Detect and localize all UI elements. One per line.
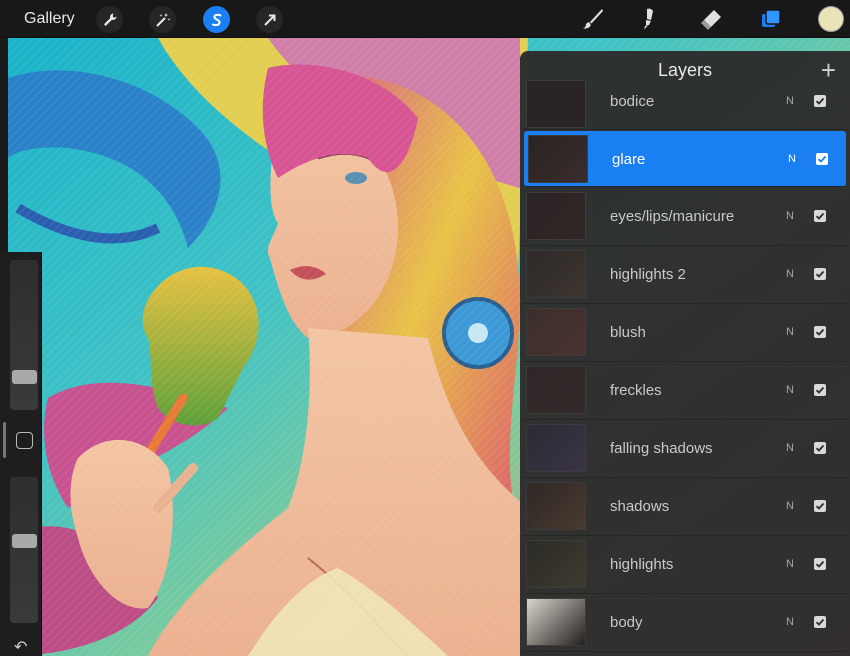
checkmark-icon <box>815 386 825 394</box>
layer-visibility-checkbox[interactable] <box>814 268 826 280</box>
checkmark-icon <box>815 560 825 568</box>
smudge-icon <box>644 8 653 30</box>
checkmark-icon <box>817 155 827 163</box>
layer-row-8[interactable]: highlights N <box>522 536 848 594</box>
eraser-button[interactable] <box>697 5 725 33</box>
layer-name: falling shadows <box>610 440 713 457</box>
selection-s-icon <box>211 13 221 26</box>
brush-size-slider[interactable] <box>10 260 38 410</box>
blend-mode-button[interactable]: N <box>786 326 794 338</box>
brush-icon <box>583 9 603 29</box>
layer-thumbnail <box>526 192 586 240</box>
layer-thumbnail <box>526 80 586 128</box>
blend-mode-button[interactable]: N <box>786 95 794 107</box>
checkmark-icon <box>815 618 825 626</box>
brush-size-handle[interactable] <box>12 370 37 384</box>
actions-button[interactable] <box>96 6 123 33</box>
blend-mode-button[interactable]: N <box>786 442 794 454</box>
undo-arrow-icon: ↶ <box>14 639 28 656</box>
layer-thumbnail <box>526 308 586 356</box>
layer-thumbnail <box>526 366 586 414</box>
opacity-handle[interactable] <box>12 534 37 548</box>
layer-list: bodice Nglare Neyes/lips/manicure Nhighligh… <box>520 80 850 652</box>
blend-mode-button[interactable]: N <box>786 500 794 512</box>
layer-visibility-checkbox[interactable] <box>814 210 826 222</box>
checkmark-icon <box>815 328 825 336</box>
checkmark-icon <box>815 444 825 452</box>
blend-mode-button[interactable]: N <box>786 210 794 222</box>
checkmark-icon <box>815 502 825 510</box>
add-layer-button[interactable]: + <box>821 57 836 83</box>
layer-visibility-checkbox[interactable] <box>814 558 826 570</box>
color-swatch[interactable] <box>818 6 844 32</box>
layer-name: glare <box>612 151 646 168</box>
layer-row-3[interactable]: highlights 2 N <box>522 246 848 304</box>
layer-name: body <box>610 614 643 631</box>
layer-visibility-checkbox[interactable] <box>814 500 826 512</box>
layer-visibility-checkbox[interactable] <box>816 153 828 165</box>
layer-thumbnail <box>526 598 586 646</box>
layer-row-6[interactable]: falling shadows N <box>522 420 848 478</box>
brush-button[interactable] <box>579 5 607 33</box>
gallery-button[interactable]: Gallery <box>24 10 75 28</box>
layer-row-0[interactable]: bodice N <box>522 80 848 130</box>
layer-thumbnail <box>526 540 586 588</box>
layer-name: blush <box>610 324 646 341</box>
eraser-icon <box>701 10 721 30</box>
layer-visibility-checkbox[interactable] <box>814 326 826 338</box>
blend-mode-button[interactable]: N <box>786 558 794 570</box>
modify-button[interactable] <box>16 432 33 449</box>
layer-row-4[interactable]: blush N <box>522 304 848 362</box>
transform-arrow-icon <box>263 14 275 26</box>
blend-mode-button[interactable]: N <box>786 384 794 396</box>
layer-thumbnail <box>526 482 586 530</box>
blend-mode-button[interactable]: N <box>786 268 794 280</box>
adjustments-button[interactable] <box>149 6 176 33</box>
layer-row-5[interactable]: freckles N <box>522 362 848 420</box>
checkmark-icon <box>815 212 825 220</box>
selection-button[interactable] <box>203 6 230 33</box>
layer-name: highlights 2 <box>610 266 686 283</box>
layer-name: bodice <box>610 93 655 110</box>
layers-button[interactable] <box>757 5 785 33</box>
layer-thumbnail <box>526 250 586 298</box>
layers-icon <box>762 9 781 27</box>
layer-row-7[interactable]: shadows N <box>522 478 848 536</box>
top-toolbar: Gallery <box>0 0 850 38</box>
left-sidebar: ↶ <box>0 252 42 656</box>
layer-row-1[interactable]: glare N <box>524 131 846 187</box>
layer-visibility-checkbox[interactable] <box>814 442 826 454</box>
layer-visibility-checkbox[interactable] <box>814 384 826 396</box>
undo-button[interactable]: ↶ <box>14 637 27 656</box>
layer-name: freckles <box>610 382 662 399</box>
checkmark-icon <box>815 97 825 105</box>
layer-row-2[interactable]: eyes/lips/manicure N <box>522 188 848 246</box>
layer-visibility-checkbox[interactable] <box>814 95 826 107</box>
checkmark-icon <box>815 270 825 278</box>
layers-panel: Layers + bodice Nglare Neyes/lips/manicure… <box>520 51 850 656</box>
layer-thumbnail <box>526 424 586 472</box>
smudge-button[interactable] <box>636 5 664 33</box>
layer-name: eyes/lips/manicure <box>610 208 735 225</box>
plus-icon: + <box>820 55 836 85</box>
blend-mode-button[interactable]: N <box>788 153 796 165</box>
layer-name: highlights <box>610 556 674 573</box>
layer-name: shadows <box>610 498 670 515</box>
blend-mode-button[interactable]: N <box>786 616 794 628</box>
transform-button[interactable] <box>256 6 283 33</box>
layer-thumbnail <box>528 135 588 183</box>
sidebar-drag-handle[interactable] <box>3 422 6 458</box>
layer-row-9[interactable]: body N <box>522 594 848 652</box>
opacity-slider[interactable] <box>10 477 38 623</box>
wrench-icon <box>103 13 116 26</box>
magic-wand-icon <box>155 12 170 27</box>
layer-visibility-checkbox[interactable] <box>814 616 826 628</box>
